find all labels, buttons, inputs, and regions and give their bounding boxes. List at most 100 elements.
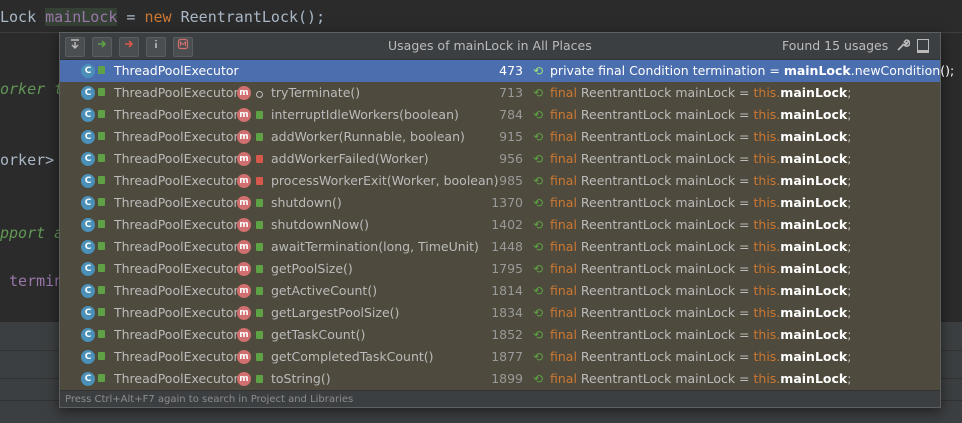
- usages-list: C ThreadPoolExecutor 473 ⟲ private final Con…: [60, 60, 954, 390]
- usage-row[interactable]: C ThreadPoolExecutor m getPoolSize() 1795 ⟲ fi…: [60, 258, 940, 280]
- lock-icon: [98, 220, 105, 228]
- class-icon: C: [81, 306, 95, 320]
- usage-row[interactable]: C ThreadPoolExecutor m addWorkerFailed(Work…: [60, 148, 940, 170]
- line-number: 956: [499, 151, 523, 166]
- usage-code: final ReentrantLock mainLock = this.main…: [550, 305, 852, 320]
- navigate-next-icon[interactable]: [92, 37, 112, 57]
- write-access-icon: ⟲: [533, 350, 544, 364]
- method-icon: m: [237, 130, 251, 144]
- usage-row[interactable]: C ThreadPoolExecutor m getCompletedTaskCoun…: [60, 346, 940, 368]
- class-icon: C: [81, 262, 95, 276]
- write-access-icon: ⟲: [533, 306, 544, 320]
- info-icon[interactable]: [146, 37, 166, 57]
- usage-code: final ReentrantLock mainLock = this.main…: [550, 151, 852, 166]
- line-number: 1448: [491, 239, 523, 254]
- pin-window-icon[interactable]: [917, 39, 929, 53]
- method-name: getTaskCount(): [271, 327, 366, 342]
- usage-row[interactable]: C ThreadPoolExecutor 473 ⟲ private final Con…: [60, 60, 954, 82]
- class-name: ThreadPoolExecutor: [114, 195, 239, 210]
- method-icon: m: [237, 306, 251, 320]
- expand-all-icon[interactable]: [65, 37, 85, 57]
- line-number: 1795: [491, 261, 523, 276]
- write-access-icon: ⟲: [533, 108, 544, 122]
- method-name: toString(): [271, 371, 331, 386]
- usage-row[interactable]: C ThreadPoolExecutor m getLargestPoolSize()…: [60, 302, 940, 324]
- method-name: awaitTermination(long, TimeUnit): [271, 239, 479, 254]
- write-access-icon: ⟲: [533, 174, 544, 188]
- usage-row[interactable]: C ThreadPoolExecutor m shutdown() 1370 ⟲ final…: [60, 192, 940, 214]
- visibility-icon: [256, 91, 263, 98]
- write-access-icon: ⟲: [533, 64, 544, 78]
- class-icon: C: [81, 130, 95, 144]
- code-line-declaration: Lock mainLock = new ReentrantLock();: [0, 8, 326, 26]
- line-number: 985: [499, 173, 523, 188]
- visibility-icon: [256, 331, 263, 339]
- class-icon: C: [81, 350, 95, 364]
- line-number: 713: [499, 85, 523, 100]
- method-icon: m: [237, 284, 251, 298]
- usage-row[interactable]: C ThreadPoolExecutor m getActiveCount() 1814…: [60, 280, 940, 302]
- lock-icon: [98, 308, 105, 316]
- class-name: ThreadPoolExecutor: [114, 217, 239, 232]
- lock-icon: [98, 198, 105, 206]
- wrench-icon[interactable]: [896, 38, 911, 56]
- write-access-icon: ⟲: [533, 130, 544, 144]
- class-name: ThreadPoolExecutor: [114, 63, 239, 78]
- method-icon: m: [237, 152, 251, 166]
- popup-title: Usages of mainLock in All Places: [388, 38, 592, 53]
- usage-code: final ReentrantLock mainLock = this.main…: [550, 129, 852, 144]
- class-name: ThreadPoolExecutor: [114, 305, 239, 320]
- class-name: ThreadPoolExecutor: [114, 261, 239, 276]
- lock-icon: [98, 374, 105, 382]
- method-icon: m: [237, 262, 251, 276]
- class-name: ThreadPoolExecutor: [114, 129, 239, 144]
- usage-row[interactable]: C ThreadPoolExecutor m processWorkerExit(Wo…: [60, 170, 940, 192]
- method-name: getPoolSize(): [271, 261, 353, 276]
- usage-row[interactable]: C ThreadPoolExecutor m getTaskCount() 1852 ⟲ f…: [60, 324, 940, 346]
- visibility-icon: [256, 177, 263, 185]
- class-name: ThreadPoolExecutor: [114, 107, 239, 122]
- write-access-icon: ⟲: [533, 152, 544, 166]
- class-icon: C: [81, 372, 95, 386]
- lock-icon: [98, 264, 105, 272]
- usages-count: Found 15 usages: [782, 38, 889, 53]
- lock-icon: [98, 286, 105, 294]
- method-name: interruptIdleWorkers(boolean): [271, 107, 459, 122]
- method-name: getActiveCount(): [271, 283, 378, 298]
- usage-row[interactable]: C ThreadPoolExecutor m shutdownNow() 1402 ⟲ fi…: [60, 214, 940, 236]
- usage-code: final ReentrantLock mainLock = this.main…: [550, 239, 852, 254]
- usage-code: private final Condition termination = ma…: [550, 63, 955, 78]
- merge-usages-icon[interactable]: [173, 37, 193, 57]
- navigate-prev-icon[interactable]: [119, 37, 139, 57]
- write-access-icon: ⟲: [533, 86, 544, 100]
- class-icon: C: [81, 218, 95, 232]
- visibility-icon: [256, 353, 263, 361]
- class-icon: C: [81, 328, 95, 342]
- code-fragment: pport a: [0, 224, 64, 242]
- usage-code: final ReentrantLock mainLock = this.main…: [550, 261, 852, 276]
- method-icon: m: [237, 372, 251, 386]
- line-number: 915: [499, 129, 523, 144]
- class-icon: C: [81, 196, 95, 210]
- write-access-icon: ⟲: [533, 218, 544, 232]
- method-name: getCompletedTaskCount(): [271, 349, 434, 364]
- method-icon: m: [237, 86, 251, 100]
- class-icon: C: [81, 284, 95, 298]
- method-name: addWorkerFailed(Worker): [271, 151, 429, 166]
- usage-code: final ReentrantLock mainLock = this.main…: [550, 283, 852, 298]
- code-fragment: orker t: [0, 80, 64, 98]
- usage-code: final ReentrantLock mainLock = this.main…: [550, 327, 852, 342]
- usage-row[interactable]: C ThreadPoolExecutor m addWorker(Runnable, …: [60, 126, 940, 148]
- line-number: 1877: [491, 349, 523, 364]
- usage-code: final ReentrantLock mainLock = this.main…: [550, 107, 852, 122]
- usage-row[interactable]: C ThreadPoolExecutor m awaitTermination(lon…: [60, 236, 940, 258]
- popup-header: Usages of mainLock in All Places Found 1…: [60, 33, 940, 60]
- usages-popup: Usages of mainLock in All Places Found 1…: [59, 32, 954, 408]
- lock-icon: [98, 110, 105, 118]
- write-access-icon: ⟲: [533, 328, 544, 342]
- usage-row[interactable]: C ThreadPoolExecutor m interruptIdleWorkers…: [60, 104, 940, 126]
- usage-row[interactable]: C ThreadPoolExecutor m toString() 1899 ⟲ final…: [60, 368, 940, 390]
- lock-icon: [98, 242, 105, 250]
- usage-row[interactable]: C ThreadPoolExecutor m tryTerminate() 713 ⟲ fi…: [60, 82, 940, 104]
- visibility-icon: [256, 199, 263, 207]
